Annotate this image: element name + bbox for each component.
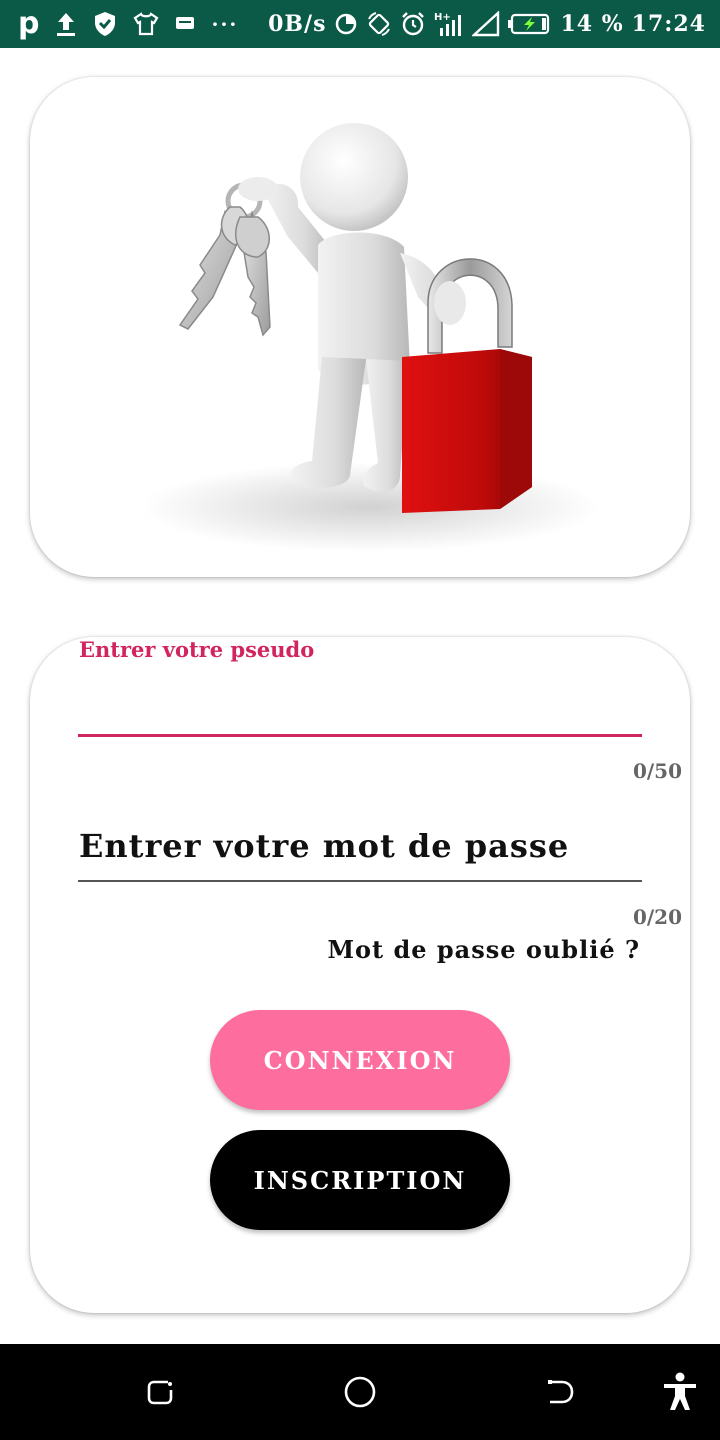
- status-bar: p ··· 0B/s H+ 14 % 17:24: [0, 0, 720, 48]
- signal-icon: [472, 11, 500, 37]
- recent-apps-button[interactable]: [136, 1368, 184, 1416]
- data-saver-icon: [334, 12, 358, 36]
- recent-apps-icon: [147, 1380, 173, 1405]
- username-input[interactable]: [78, 681, 646, 733]
- login-form-card: Entrer votre pseudo 0/50 Entrer votre mo…: [30, 637, 690, 1313]
- p-app-icon: p: [18, 6, 40, 41]
- tshirt-icon: [133, 12, 159, 36]
- svg-text:H+: H+: [434, 12, 451, 23]
- more-dots-icon: ···: [211, 12, 239, 36]
- upload-icon: [55, 11, 77, 37]
- status-bar-left: p ···: [18, 6, 238, 42]
- shield-icon: [93, 11, 117, 37]
- net-speed: 0B/s: [268, 11, 327, 37]
- signup-button[interactable]: INSCRIPTION: [210, 1130, 510, 1230]
- username-label: Entrer votre pseudo: [79, 637, 315, 662]
- 3d-person-keys-padlock-illustration: [140, 123, 600, 552]
- hero-image-card: [30, 77, 690, 577]
- status-bar-right: 0B/s H+ 14 % 17:24: [268, 6, 706, 42]
- password-input[interactable]: [78, 827, 646, 879]
- accessibility-button[interactable]: [656, 1368, 704, 1416]
- message-icon: [175, 15, 195, 33]
- back-button[interactable]: [536, 1368, 584, 1416]
- rotate-icon: [366, 11, 392, 37]
- back-icon: [548, 1380, 574, 1404]
- home-button[interactable]: [336, 1368, 384, 1416]
- battery-charging-icon: [508, 12, 552, 36]
- home-icon: [344, 1376, 376, 1408]
- username-underline: [78, 734, 642, 737]
- login-button[interactable]: CONNEXION: [210, 1010, 510, 1110]
- forgot-password-link[interactable]: Mot de passe oublié ?: [327, 935, 640, 964]
- battery-percent: 14 %: [560, 11, 624, 37]
- accessibility-icon: [664, 1372, 696, 1410]
- password-underline: [78, 880, 642, 882]
- navigation-bar: [0, 1344, 720, 1440]
- username-counter: 0/50: [632, 759, 682, 783]
- alarm-icon: [400, 11, 426, 37]
- clock: 17:24: [631, 11, 706, 37]
- signal-h-plus-icon: H+: [434, 10, 464, 38]
- password-counter: 0/20: [632, 905, 682, 929]
